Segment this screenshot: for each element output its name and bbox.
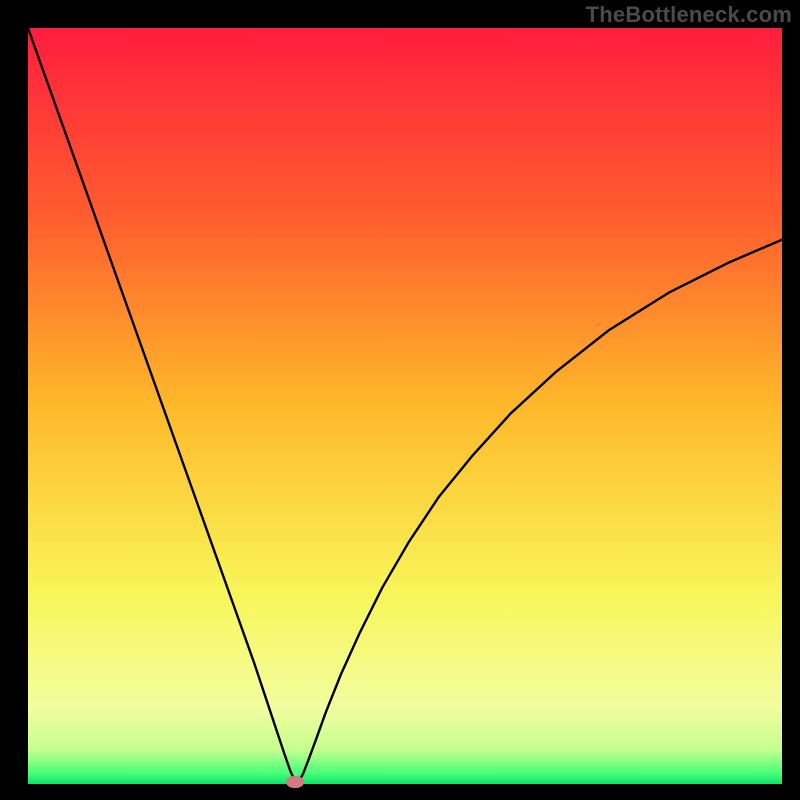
bottleneck-chart [28, 28, 782, 784]
chart-frame: TheBottleneck.com [0, 0, 800, 800]
plot-background [28, 28, 782, 784]
watermark-text: TheBottleneck.com [586, 2, 792, 28]
